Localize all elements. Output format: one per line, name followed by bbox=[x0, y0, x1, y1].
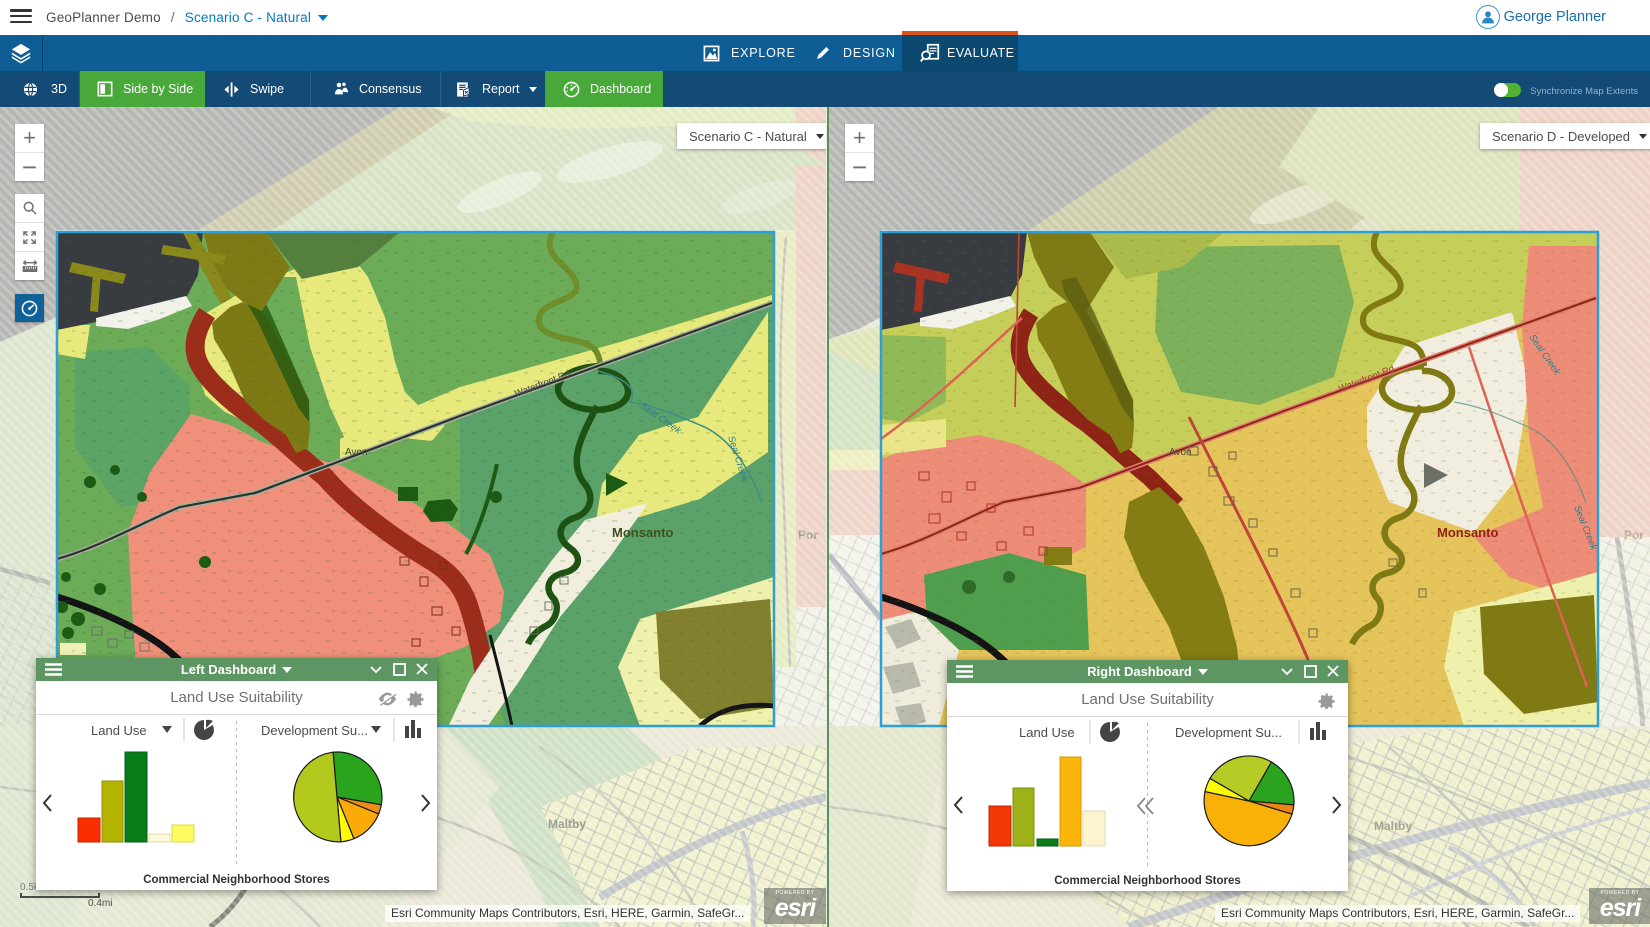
svg-text:Avon: Avon bbox=[345, 447, 368, 458]
svg-text:Development Su...: Development Su... bbox=[261, 723, 368, 738]
svg-text:Monsanto: Monsanto bbox=[1437, 525, 1498, 540]
svg-text:Development Su...: Development Su... bbox=[1175, 725, 1282, 740]
svg-text:Land Use: Land Use bbox=[91, 723, 147, 738]
svg-text:Avon: Avon bbox=[1169, 447, 1192, 458]
svg-text:Land Use: Land Use bbox=[1019, 725, 1075, 740]
svg-text:Monsanto: Monsanto bbox=[612, 525, 673, 540]
